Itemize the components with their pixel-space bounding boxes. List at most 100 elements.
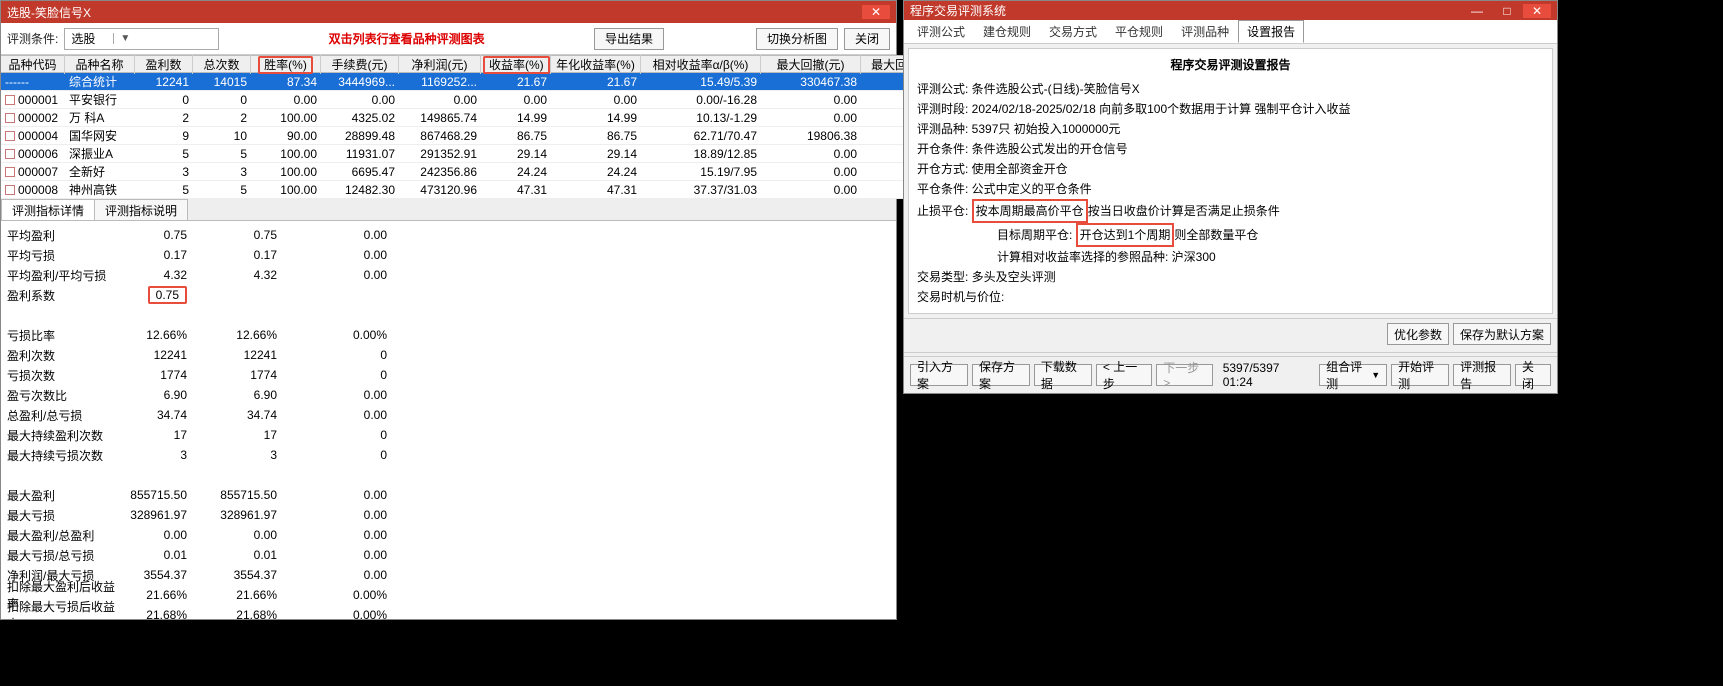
results-table: 品种代码品种名称盈利数总次数胜率(%)手续费(元)净利润(元)收益率(%)年化收… bbox=[1, 55, 896, 199]
close-icon[interactable]: ✕ bbox=[862, 5, 890, 19]
report-panel: 程序交易评测设置报告评测公式: 条件选股公式-(日线)-笑脸信号X评测时段: 2… bbox=[908, 48, 1553, 314]
table-row[interactable]: 000006深振业A55100.0011931.07291352.9129.14… bbox=[1, 145, 961, 163]
metric-row: 总盈利/总亏损34.7434.740.00 bbox=[7, 405, 890, 425]
report-line: 评测时段: 2024/02/18-2025/02/18 向前多取100个数据用于… bbox=[917, 99, 1544, 119]
condition-value: 选股 bbox=[65, 30, 101, 47]
metrics-pane: 平均盈利0.750.750.00平均亏损0.170.170.00平均盈利/平均亏… bbox=[1, 221, 896, 619]
start-eval-button[interactable]: 开始评测 bbox=[1391, 364, 1449, 386]
col-header[interactable]: 盈利数 bbox=[135, 55, 193, 74]
table-row[interactable]: 000002万 科A22100.004325.02149865.7414.991… bbox=[1, 109, 961, 127]
progress-text: 5397/5397 01:24 bbox=[1217, 361, 1311, 389]
tab-explain[interactable]: 评测指标说明 bbox=[94, 199, 188, 220]
settings-tab[interactable]: 交易方式 bbox=[1040, 20, 1106, 43]
table-hint: 双击列表行查看品种评测图表 bbox=[225, 30, 588, 47]
col-header[interactable]: 相对收益率α/β(%) bbox=[641, 55, 761, 74]
report-button[interactable]: 评测报告 bbox=[1453, 364, 1511, 386]
right-titlebar: 程序交易评测系统 — □ ✕ bbox=[904, 1, 1557, 20]
table-row[interactable]: ------综合统计122411401587.343444969...11692… bbox=[1, 73, 961, 91]
metric-row: 最大亏损328961.97328961.970.00 bbox=[7, 505, 890, 525]
settings-tab[interactable]: 平仓规则 bbox=[1106, 20, 1172, 43]
right-title: 程序交易评测系统 bbox=[910, 2, 1006, 19]
detail-tabs: 评测指标详情 评测指标说明 bbox=[1, 199, 896, 221]
metric-row: 平均盈利0.750.750.00 bbox=[7, 225, 890, 245]
next-button: 下一步 > bbox=[1156, 364, 1212, 386]
metric-row: 平均亏损0.170.170.00 bbox=[7, 245, 890, 265]
metric-row: 平均盈利/平均亏损4.324.320.00 bbox=[7, 265, 890, 285]
col-header[interactable]: 收益率(%) bbox=[481, 55, 551, 74]
metric-row: 盈亏次数比6.906.900.00 bbox=[7, 385, 890, 405]
metric-row: 净利润/最大亏损3554.373554.370.00 bbox=[7, 565, 890, 585]
settings-tabs: 评测公式建仓规则交易方式平仓规则评测品种设置报告 bbox=[904, 20, 1557, 44]
metric-row: 盈利次数12241122410 bbox=[7, 345, 890, 365]
report-line: 止损平仓: 按本周期最高价平仓按当日收盘价计算是否满足止损条件 bbox=[917, 199, 1544, 223]
settings-tab[interactable]: 建仓规则 bbox=[974, 20, 1040, 43]
table-row[interactable]: 000008神州高铁55100.0012482.30473120.9647.31… bbox=[1, 181, 961, 199]
metric-row: 最大持续盈利次数17170 bbox=[7, 425, 890, 445]
col-header[interactable]: 总次数 bbox=[193, 55, 251, 74]
col-header[interactable]: 品种名称 bbox=[65, 55, 135, 74]
col-header[interactable]: 品种代码 bbox=[1, 55, 65, 74]
report-line: 计算相对收益率选择的参照品种: 沪深300 bbox=[917, 247, 1544, 267]
settings-tab[interactable]: 评测品种 bbox=[1172, 20, 1238, 43]
col-header[interactable]: 净利润(元) bbox=[399, 55, 481, 74]
maximize-icon[interactable]: □ bbox=[1493, 4, 1521, 18]
metric-row: 最大持续亏损次数330 bbox=[7, 445, 890, 465]
report-line: 评测公式: 条件选股公式-(日线)-笑脸信号X bbox=[917, 79, 1544, 99]
metric-row bbox=[7, 305, 890, 325]
close-button[interactable]: 关闭 bbox=[844, 28, 890, 50]
settings-tab[interactable]: 设置报告 bbox=[1238, 20, 1304, 43]
left-titlebar: 选股-笑脸信号X ✕ bbox=[1, 1, 896, 23]
metric-row: 最大盈利/总盈利0.000.000.00 bbox=[7, 525, 890, 545]
close-icon[interactable]: ✕ bbox=[1523, 4, 1551, 18]
condition-combo[interactable]: 选股 ▼ bbox=[64, 28, 219, 50]
left-toolbar: 评测条件: 选股 ▼ 双击列表行查看品种评测图表 导出结果 切换分析图 关闭 bbox=[1, 23, 896, 55]
metric-row: 亏损次数177417740 bbox=[7, 365, 890, 385]
prev-button[interactable]: < 上一步 bbox=[1096, 364, 1152, 386]
table-row[interactable]: 000001平安银行000.000.000.000.000.000.00/-16… bbox=[1, 91, 961, 109]
metric-row: 扣除最大亏损后收益率21.68%21.68%0.00% bbox=[7, 605, 890, 619]
report-line: 交易时机与价位: bbox=[917, 287, 1544, 307]
col-header[interactable]: 胜率(%) bbox=[251, 55, 321, 74]
table-row[interactable]: 000004国华网安91090.0028899.48867468.2986.75… bbox=[1, 127, 961, 145]
condition-label: 评测条件: bbox=[7, 30, 58, 47]
settings-tab[interactable]: 评测公式 bbox=[908, 20, 974, 43]
window-controls: ✕ bbox=[862, 5, 890, 19]
window-controls: — □ ✕ bbox=[1463, 4, 1551, 18]
metric-row: 盈利系数0.75 bbox=[7, 285, 890, 305]
optimize-button[interactable]: 优化参数 bbox=[1387, 323, 1449, 345]
col-header[interactable]: 最大回撤(元) bbox=[761, 55, 861, 74]
minimize-icon[interactable]: — bbox=[1463, 4, 1491, 18]
metric-row: 最大盈利855715.50855715.500.00 bbox=[7, 485, 890, 505]
metric-row: 扣除最大盈利后收益率21.66%21.66%0.00% bbox=[7, 585, 890, 605]
report-line: 开仓条件: 条件选股公式发出的开仓信号 bbox=[917, 139, 1544, 159]
export-button[interactable]: 导出结果 bbox=[594, 28, 664, 50]
chevron-down-icon: ▼ bbox=[1371, 370, 1380, 380]
report-line: 平仓条件: 公式中定义的平仓条件 bbox=[917, 179, 1544, 199]
col-header[interactable]: 年化收益率(%) bbox=[551, 55, 641, 74]
evaluation-system-window: 程序交易评测系统 — □ ✕ 评测公式建仓规则交易方式平仓规则评测品种设置报告 … bbox=[903, 0, 1558, 394]
chevron-down-icon: ▼ bbox=[113, 33, 129, 44]
report-title: 程序交易评测设置报告 bbox=[917, 55, 1544, 75]
report-line: 开仓方式: 使用全部资金开仓 bbox=[917, 159, 1544, 179]
download-button[interactable]: 下载数据 bbox=[1034, 364, 1092, 386]
table-body: ------综合统计122411401587.343444969...11692… bbox=[1, 73, 961, 199]
import-button[interactable]: 引入方案 bbox=[910, 364, 968, 386]
report-line: 评测品种: 5397只 初始投入1000000元 bbox=[917, 119, 1544, 139]
save-button[interactable]: 保存方案 bbox=[972, 364, 1030, 386]
combo-eval-button[interactable]: 组合评测▼ bbox=[1319, 364, 1387, 386]
report-line: 目标周期平仓: 开仓达到1个周期则全部数量平仓 bbox=[917, 223, 1544, 247]
close-button[interactable]: 关闭 bbox=[1515, 364, 1551, 386]
left-title: 选股-笑脸信号X bbox=[7, 4, 91, 21]
table-row[interactable]: 000007全新好33100.006695.47242356.8624.2424… bbox=[1, 163, 961, 181]
metric-row bbox=[7, 465, 890, 485]
metric-row: 亏损比率12.66%12.66%0.00% bbox=[7, 325, 890, 345]
col-header[interactable]: 手续费(元) bbox=[321, 55, 399, 74]
report-button-bar: 优化参数 保存为默认方案 bbox=[904, 318, 1557, 349]
switch-chart-button[interactable]: 切换分析图 bbox=[756, 28, 838, 50]
metric-row: 最大亏损/总亏损0.010.010.00 bbox=[7, 545, 890, 565]
table-header: 品种代码品种名称盈利数总次数胜率(%)手续费(元)净利润(元)收益率(%)年化收… bbox=[1, 55, 961, 73]
save-default-button[interactable]: 保存为默认方案 bbox=[1453, 323, 1551, 345]
stock-selection-window: 选股-笑脸信号X ✕ 评测条件: 选股 ▼ 双击列表行查看品种评测图表 导出结果… bbox=[0, 0, 897, 620]
action-button-bar: 引入方案 保存方案 下载数据 < 上一步 下一步 > 5397/5397 01:… bbox=[904, 356, 1557, 393]
tab-detail[interactable]: 评测指标详情 bbox=[1, 199, 95, 220]
